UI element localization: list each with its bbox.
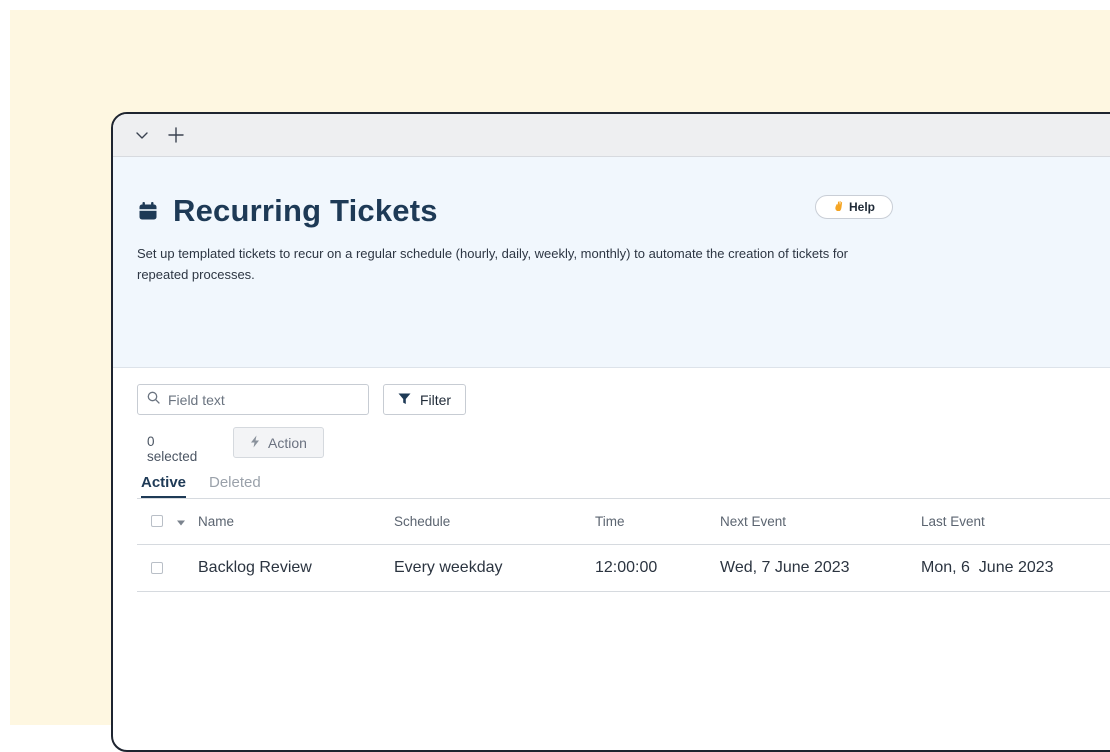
cell-time: 12:00:00 xyxy=(595,559,658,576)
caret-down-icon[interactable] xyxy=(177,514,185,529)
cell-schedule: Every weekday xyxy=(394,559,503,576)
filter-label: Filter xyxy=(419,391,452,408)
selected-count: 0 selected xyxy=(147,434,198,464)
select-all-checkbox[interactable] xyxy=(151,515,163,527)
calendar-icon xyxy=(137,200,159,222)
cell-next-event: Wed, 7 June 2023 xyxy=(720,559,850,576)
tab-active[interactable]: Active xyxy=(141,474,187,498)
app-window: Recurring Tickets Help Set up templated … xyxy=(111,112,1110,752)
tab-deleted[interactable]: Deleted xyxy=(209,474,261,491)
status-tabs: Active Deleted xyxy=(137,470,1110,499)
search-box[interactable] xyxy=(137,384,369,415)
action-button[interactable]: Action xyxy=(233,427,324,458)
filter-button[interactable]: Filter xyxy=(383,384,466,415)
tab-bar xyxy=(113,114,1110,157)
column-header-name[interactable]: Name xyxy=(198,498,234,544)
plus-icon[interactable] xyxy=(167,126,185,144)
column-header-next-event[interactable]: Next Event xyxy=(720,498,786,544)
search-input[interactable] xyxy=(168,391,358,408)
select-all-checkbox-cell xyxy=(151,498,163,544)
cell-name[interactable]: Backlog Review xyxy=(198,545,312,591)
search-icon xyxy=(147,391,160,409)
row-checkbox-cell xyxy=(151,545,163,591)
column-header-schedule[interactable]: Schedule xyxy=(394,498,450,544)
table-row[interactable]: Backlog Review Every weekday 12:00:00 We… xyxy=(137,545,1110,592)
page-description: Set up templated tickets to recur on a r… xyxy=(137,246,849,282)
recurring-tickets-table: Name Schedule Time Next Event Last Event… xyxy=(137,498,1110,592)
column-header-time[interactable]: Time xyxy=(595,498,625,544)
sort-caret-cell xyxy=(177,498,185,544)
title-row: Recurring Tickets xyxy=(137,193,438,229)
cell-last-event: Mon, 6 June 2023 xyxy=(921,559,1054,576)
row-checkbox[interactable] xyxy=(151,562,163,574)
column-header-last-event[interactable]: Last Event xyxy=(921,498,985,544)
help-button[interactable]: Help xyxy=(815,195,893,219)
chevron-down-icon[interactable] xyxy=(133,126,151,144)
waving-hand-icon xyxy=(833,200,845,215)
help-label: Help xyxy=(848,200,875,214)
page-title: Recurring Tickets xyxy=(173,193,438,228)
page-header: Recurring Tickets Help Set up templated … xyxy=(113,157,1110,368)
action-label: Action xyxy=(268,434,307,451)
table-header: Name Schedule Time Next Event Last Event xyxy=(137,498,1110,545)
lightning-icon xyxy=(250,435,260,451)
funnel-icon xyxy=(398,392,411,408)
